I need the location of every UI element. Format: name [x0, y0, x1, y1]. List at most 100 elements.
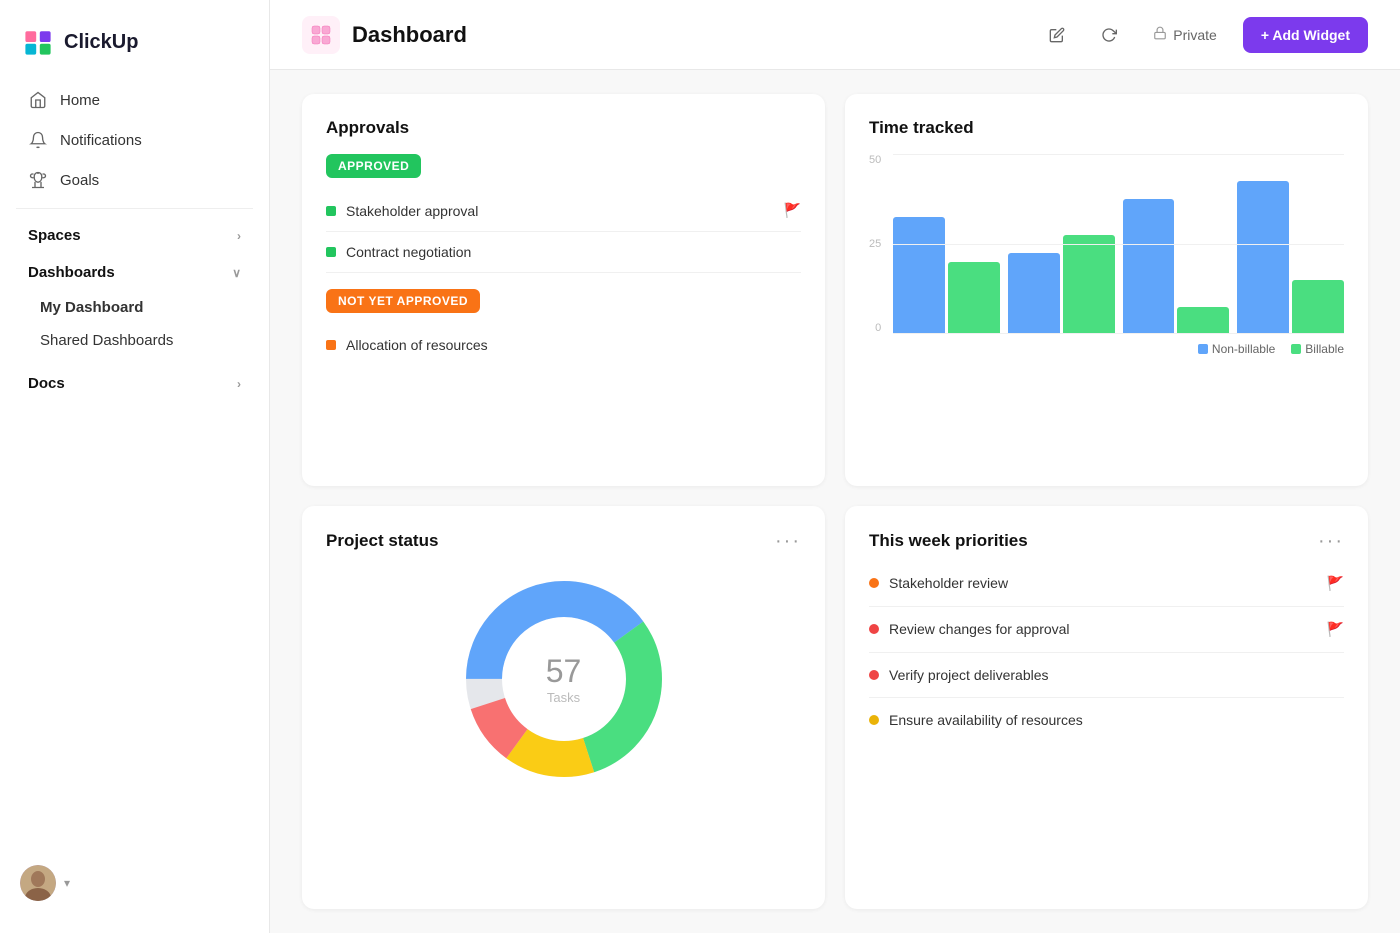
logo-text: ClickUp — [64, 31, 138, 54]
chart-legend: Non-billable Billable — [869, 342, 1344, 356]
dashboard-grid: Approvals APPROVED Stakeholder approval … — [270, 70, 1400, 933]
spaces-chevron: › — [237, 229, 241, 243]
approvals-title: Approvals — [326, 118, 801, 138]
priority-dot-2 — [869, 670, 879, 680]
priority-flag-0: 🚩 — [1327, 575, 1344, 592]
legend-non-billable: Non-billable — [1198, 342, 1275, 356]
approval-text-contract: Contract negotiation — [346, 244, 801, 260]
goals-label: Goals — [60, 172, 99, 189]
approval-item-contract[interactable]: Contract negotiation — [326, 232, 801, 273]
refresh-button[interactable] — [1091, 21, 1127, 49]
bar-blue-2 — [1008, 253, 1060, 334]
home-label: Home — [60, 92, 100, 109]
bar-blue-4 — [1237, 181, 1289, 334]
edit-button[interactable] — [1039, 21, 1075, 49]
clickup-logo-icon — [20, 24, 56, 60]
lock-icon — [1153, 26, 1167, 43]
sidebar-item-goals[interactable]: Goals — [8, 160, 261, 200]
logo: ClickUp — [0, 16, 269, 80]
sidebar-section-docs[interactable]: Docs › — [8, 365, 261, 402]
user-dropdown-icon[interactable]: ▾ — [64, 876, 70, 890]
sidebar-bottom: ▾ — [0, 849, 269, 917]
priorities-more[interactable]: ··· — [1318, 530, 1344, 553]
donut-label: Tasks — [546, 690, 582, 705]
docs-chevron: › — [237, 377, 241, 391]
sidebar-item-notifications[interactable]: Notifications — [8, 120, 261, 160]
approval-dot-orange — [326, 340, 336, 350]
priority-dot-1 — [869, 624, 879, 634]
project-status-title: Project status — [326, 531, 438, 551]
trophy-icon — [28, 170, 48, 190]
sidebar: ClickUp Home Notifications Goals — [0, 0, 270, 933]
dashboards-label: Dashboards — [28, 264, 115, 281]
approval-text-stakeholder: Stakeholder approval — [346, 203, 774, 219]
not-approved-badge: NOT YET APPROVED — [326, 289, 480, 313]
bars-row — [893, 154, 1344, 334]
my-dashboard-label: My Dashboard — [40, 299, 143, 316]
priorities-widget: This week priorities ··· Stakeholder rev… — [845, 506, 1368, 910]
priorities-title: This week priorities — [869, 531, 1028, 551]
header: Dashboard — [270, 0, 1400, 70]
priority-text-1: Review changes for approval — [889, 621, 1317, 637]
y-label-25: 25 — [869, 238, 881, 250]
priority-item-1[interactable]: Review changes for approval 🚩 — [869, 607, 1344, 653]
privacy-button[interactable]: Private — [1143, 20, 1227, 49]
home-icon — [28, 90, 48, 110]
priority-item-0[interactable]: Stakeholder review 🚩 — [869, 561, 1344, 607]
approved-badge: APPROVED — [326, 154, 421, 178]
approval-item-allocation[interactable]: Allocation of resources — [326, 325, 801, 365]
sidebar-item-home[interactable]: Home — [8, 80, 261, 120]
bar-blue-3 — [1123, 199, 1175, 334]
chart-wrapper: 50 25 0 — [869, 154, 1344, 334]
legend-dot-blue — [1198, 344, 1208, 354]
bar-green-3 — [1177, 307, 1229, 334]
donut-number: 57 — [546, 653, 582, 690]
add-widget-label: + Add Widget — [1261, 27, 1350, 43]
legend-dot-green — [1291, 344, 1301, 354]
legend-non-billable-label: Non-billable — [1212, 342, 1275, 356]
priority-text-3: Ensure availability of resources — [889, 712, 1344, 728]
sidebar-section-spaces[interactable]: Spaces › — [8, 217, 261, 254]
approval-text-allocation: Allocation of resources — [346, 337, 801, 353]
approvals-widget: Approvals APPROVED Stakeholder approval … — [302, 94, 825, 486]
donut-center: 57 Tasks — [546, 653, 582, 705]
approval-dot-green-2 — [326, 247, 336, 257]
bar-green-2 — [1063, 235, 1115, 334]
sidebar-section-dashboards[interactable]: Dashboards ∨ — [8, 254, 261, 291]
dashboards-chevron: ∨ — [232, 266, 241, 280]
sidebar-item-my-dashboard[interactable]: My Dashboard — [8, 291, 261, 324]
bar-group-3 — [1123, 199, 1230, 334]
priority-flag-1: 🚩 — [1327, 621, 1344, 638]
donut-wrapper: 57 Tasks — [326, 569, 801, 789]
priority-dot-3 — [869, 715, 879, 725]
spaces-label: Spaces — [28, 227, 81, 244]
project-status-more[interactable]: ··· — [775, 530, 801, 553]
approval-dot-green — [326, 206, 336, 216]
bars-area — [893, 154, 1344, 334]
bar-green-4 — [1292, 280, 1344, 334]
time-tracked-widget: Time tracked 50 25 0 — [845, 94, 1368, 486]
add-widget-button[interactable]: + Add Widget — [1243, 17, 1368, 53]
main-area: Dashboard — [270, 0, 1400, 933]
header-actions: Private + Add Widget — [1039, 17, 1368, 53]
y-label-50: 50 — [869, 154, 881, 166]
bar-green-1 — [948, 262, 1000, 334]
bar-group-1 — [893, 217, 1000, 334]
sidebar-item-shared-dashboards[interactable]: Shared Dashboards — [8, 324, 261, 357]
privacy-label: Private — [1173, 27, 1217, 43]
priority-item-2[interactable]: Verify project deliverables — [869, 653, 1344, 698]
legend-billable: Billable — [1291, 342, 1344, 356]
donut-chart: 57 Tasks — [454, 569, 674, 789]
priority-text-0: Stakeholder review — [889, 575, 1317, 591]
header-title: Dashboard — [352, 22, 467, 48]
time-tracked-title: Time tracked — [869, 118, 1344, 138]
user-avatar[interactable] — [20, 865, 56, 901]
project-status-widget: Project status ··· — [302, 506, 825, 910]
notifications-label: Notifications — [60, 132, 142, 149]
priority-item-3[interactable]: Ensure availability of resources — [869, 698, 1344, 742]
docs-label: Docs — [28, 375, 65, 392]
approval-item-stakeholder[interactable]: Stakeholder approval 🚩 — [326, 190, 801, 232]
nav-divider-1 — [16, 208, 253, 209]
bar-group-2 — [1008, 235, 1115, 334]
priority-dot-0 — [869, 578, 879, 588]
